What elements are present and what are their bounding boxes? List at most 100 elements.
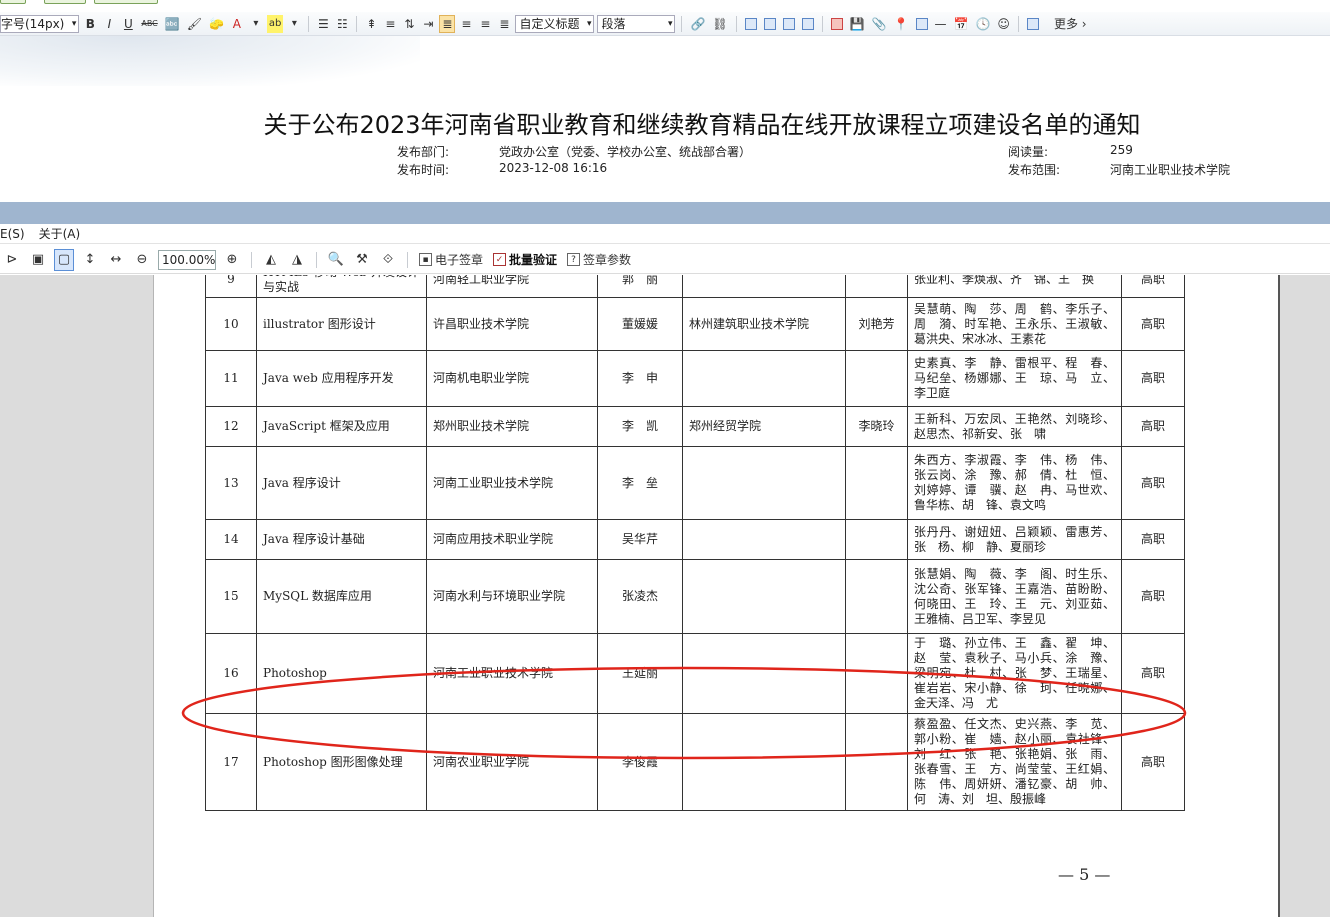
editor-toolbar: 字号(14px) B I U ABC 🔤 🖌 🧽 A ▾ ab ▾ ☰ ☷ ⇞ … (0, 12, 1330, 36)
more-button[interactable]: 更多 › (1044, 15, 1089, 33)
zoom-input[interactable]: 100.00% (158, 249, 216, 270)
attachment-icon[interactable]: 📎 (870, 15, 889, 33)
line-height-icon[interactable]: ≡ (382, 15, 398, 33)
fit-height-icon[interactable]: ↕ (80, 249, 100, 271)
co-school-cell: 郑州经贸学院 (682, 406, 846, 447)
toolbar-divider (356, 15, 358, 32)
toolbar-divider (316, 251, 317, 268)
level-cell: 高职 (1121, 446, 1185, 520)
course-lead-cell: 董媛媛 (597, 297, 683, 351)
batch-verify-button[interactable]: ✓ 批量验证 (491, 249, 559, 271)
zoom-in-icon[interactable]: ⊕ (222, 249, 242, 271)
rotate-right-icon[interactable]: ◮ (287, 249, 307, 271)
image-icon[interactable] (829, 15, 845, 33)
italic-button[interactable]: I (101, 15, 117, 33)
school-cell: 河南工业职业技术学院 (426, 633, 598, 714)
format-painter-icon[interactable]: 🖌 (185, 15, 204, 33)
co-lead-cell: 李晓玲 (845, 406, 908, 447)
row-number-cell: 15 (205, 559, 257, 634)
grid-icon[interactable] (1025, 15, 1041, 33)
insert-row-icon[interactable] (743, 15, 759, 33)
rotate-left-icon[interactable]: ◭ (261, 249, 281, 271)
spellcheck-icon[interactable]: 🔤 (163, 15, 182, 33)
chevron-down-icon[interactable]: ▾ (248, 15, 264, 33)
table-row: 10 illustrator 图形设计 许昌职业技术学院 董媛媛 林州建筑职业技术学院刘… (205, 297, 1185, 351)
align-left-icon[interactable]: ≣ (439, 14, 456, 33)
heading-select[interactable]: 自定义标题 (515, 14, 595, 33)
co-school-cell (682, 559, 846, 634)
align-right-icon[interactable]: ≡ (477, 15, 493, 33)
underline-button[interactable]: U (120, 15, 136, 33)
link-icon[interactable]: 🔗 (688, 15, 707, 33)
chevron-down-icon[interactable]: ▾ (286, 15, 302, 33)
font-size-select[interactable]: 字号(14px) (0, 14, 80, 33)
unordered-list-icon[interactable]: ☷ (334, 15, 350, 33)
table-row: 17 Photoshop 图形图像处理 河南农业职业学院 李俊霞 蔡盈盈、任文杰、史兴燕… (205, 713, 1185, 811)
school-cell: 河南农业职业学院 (426, 713, 598, 811)
dept-label: 发布部门: (397, 145, 450, 159)
co-lead-cell (845, 519, 908, 560)
zoom-out-icon[interactable]: ⊖ (132, 249, 152, 271)
co-school-cell (682, 519, 846, 560)
menu-item-about[interactable]: 关于(A) (39, 225, 81, 242)
font-color-button[interactable]: A (229, 15, 245, 33)
merge-cells-icon[interactable] (781, 15, 797, 33)
school-cell: 郑州职业技术学院 (426, 406, 598, 447)
co-school-cell (682, 713, 846, 811)
unlink-icon[interactable]: ⛓ (710, 15, 729, 33)
strikethrough-button[interactable]: ABC (139, 15, 159, 33)
paragraph-select[interactable]: 段落 (597, 14, 676, 33)
insert-column-icon[interactable] (762, 15, 778, 33)
course-name-cell: Java 程序设计 (256, 446, 427, 520)
single-page-icon[interactable]: ▢ (54, 248, 74, 271)
co-lead-cell (845, 275, 908, 298)
viewer-title-band (0, 202, 1330, 224)
save-icon[interactable]: 💾 (848, 15, 867, 33)
link-icon[interactable]: ⟐ (378, 249, 398, 271)
date-icon[interactable]: 📅 (952, 15, 971, 33)
clear-format-icon[interactable]: 🧽 (207, 15, 226, 33)
table-icon[interactable] (914, 15, 930, 33)
editor-tab[interactable] (0, 0, 26, 4)
editor-tab[interactable] (94, 0, 158, 4)
electronic-sign-button[interactable]: ▪ 电子签章 (417, 249, 485, 271)
fit-width-icon[interactable]: ↔ (106, 249, 126, 271)
indent-icon[interactable]: ⇥ (420, 15, 436, 33)
table-row: 16 Photoshop 河南工业职业技术学院 王延丽 于 璐、孙立伟、王 鑫、翟 坤、… (205, 633, 1185, 714)
map-icon[interactable]: 📍 (892, 15, 911, 33)
team-members-cell: 张亚利、季焕淑、齐 锦、王 换 (907, 275, 1122, 298)
paragraph-spacing-icon[interactable]: ⇅ (401, 15, 417, 33)
menu-item-sign[interactable]: E(S) (0, 227, 25, 241)
align-center-icon[interactable]: ≡ (458, 15, 474, 33)
emoji-icon[interactable]: ☺ (995, 15, 1012, 33)
course-lead-cell: 李 凯 (597, 406, 683, 447)
highlight-button[interactable]: ab (266, 14, 284, 33)
toolbar-divider (308, 15, 310, 32)
fit-content-icon[interactable]: ▣ (28, 249, 48, 271)
table-row: 13 Java 程序设计 河南工业职业技术学院李 垒 朱西方、李淑霞、李 伟、杨 伟、… (205, 446, 1185, 520)
search-icon[interactable]: 🔍 (326, 249, 346, 271)
ordered-list-icon[interactable]: ☰ (315, 15, 331, 33)
course-name-cell: Photoshop (256, 633, 427, 714)
school-cell: 河南应用技术职业学院 (426, 519, 598, 560)
time-icon[interactable]: 🕓 (973, 15, 992, 33)
course-name-cell: JavaScript 框架及应用 (256, 406, 427, 447)
level-cell: 高职 (1121, 519, 1185, 560)
reads-label: 阅读量: (1008, 145, 1049, 159)
team-members-cell: 张丹丹、谢妞妞、吕颖颖、雷惠芳、张 杨、柳 静、夏丽珍 (907, 519, 1122, 560)
align-justify-icon[interactable]: ≣ (496, 15, 512, 33)
sign-params-button[interactable]: ? 签章参数 (565, 249, 633, 271)
editor-tab[interactable] (44, 0, 86, 4)
superscript-icon[interactable]: ⇞ (363, 15, 379, 33)
co-school-cell: 林州建筑职业技术学院 (682, 297, 846, 351)
document-page[interactable]: 9HTML5 移动 Web 开发设计与实战河南轻工职业学院郭 丽 张亚利、季焕淑、… (153, 275, 1280, 917)
row-number-cell: 17 (205, 713, 257, 811)
next-page-icon[interactable]: ⊳ (2, 249, 22, 271)
horizontal-rule-icon[interactable]: — (933, 15, 949, 33)
table-row: 14 Java 程序设计基础 河南应用技术职业学院 吴华芹 张丹丹、谢妞妞、吕颖颖、雷惠… (205, 519, 1185, 560)
course-name-cell: HTML5 移动 Web 开发设计与实战 (256, 275, 427, 298)
bold-button[interactable]: B (82, 15, 98, 33)
tools-icon[interactable]: ⚒ (352, 249, 372, 271)
split-cells-icon[interactable] (800, 15, 816, 33)
row-number-cell: 11 (205, 350, 257, 407)
